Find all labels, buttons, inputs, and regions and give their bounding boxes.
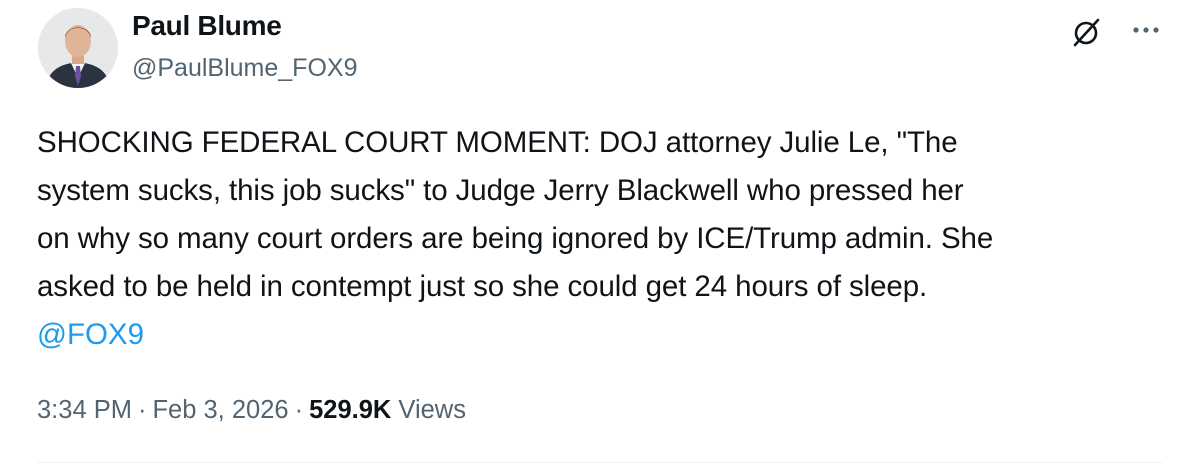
tweet-time[interactable]: 3:34 PM: [37, 396, 132, 424]
meta-separator: ·: [294, 396, 304, 424]
author-handle[interactable]: @PaulBlume_FOX9: [132, 54, 357, 83]
views-label: Views: [398, 396, 466, 424]
tweet-meta: 3:34 PM · Feb 3, 2026 · 529.9K Views: [37, 390, 466, 430]
meta-separator: ·: [137, 396, 147, 424]
avatar[interactable]: [38, 8, 118, 88]
grok-icon[interactable]: [1068, 14, 1104, 50]
more-options-icon[interactable]: [1126, 20, 1166, 40]
views-count[interactable]: 529.9K: [309, 396, 391, 424]
tweet-text: SHOCKING FEDERAL COURT MOMENT: DOJ attor…: [37, 126, 994, 303]
tweet-card: Paul Blume @PaulBlume_FOX9 SHOCKING FEDE…: [0, 0, 1200, 468]
avatar-photo: [38, 8, 118, 88]
mention-link[interactable]: @FOX9: [37, 311, 144, 359]
tweet-date[interactable]: Feb 3, 2026: [152, 396, 288, 424]
author-name[interactable]: Paul Blume: [132, 10, 282, 42]
divider: [37, 462, 1163, 463]
